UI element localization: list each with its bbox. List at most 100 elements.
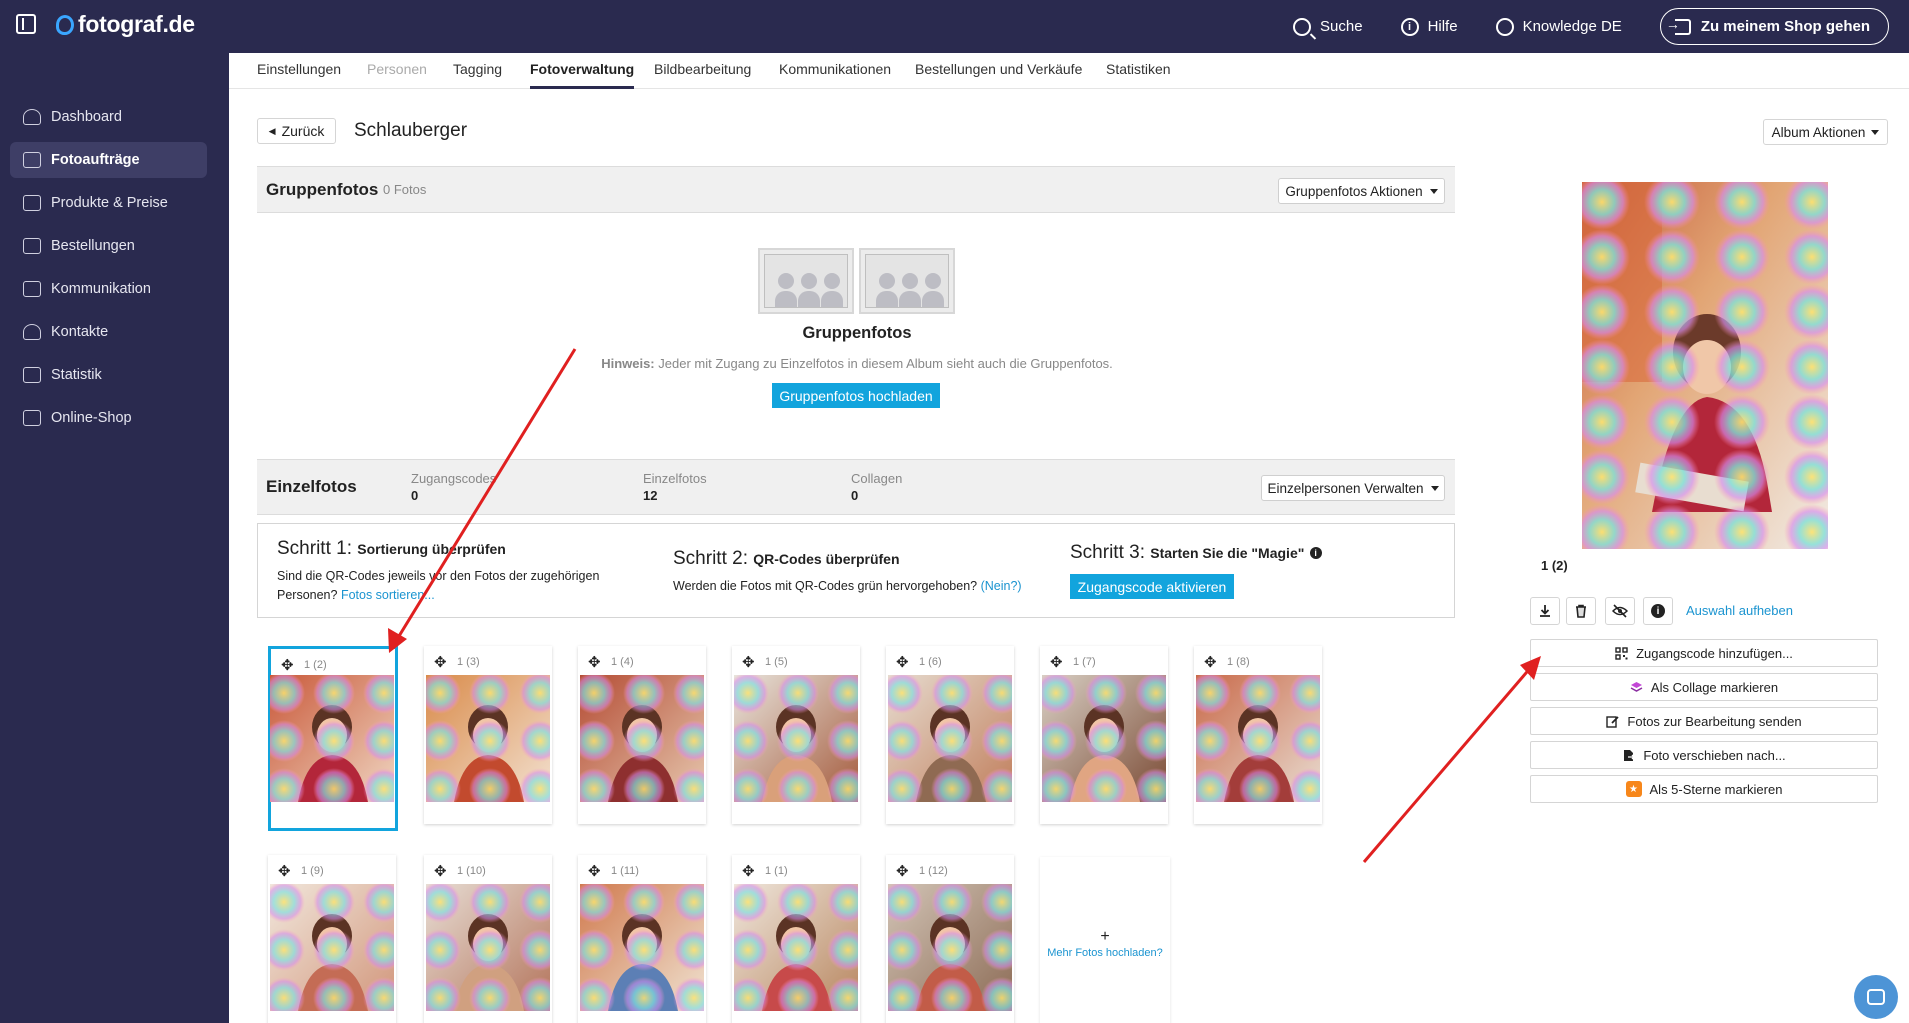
activate-access-code-button[interactable]: Zugangscode aktivieren — [1070, 574, 1234, 599]
mark-five-stars-button[interactable]: ★ Als 5-Sterne markieren — [1530, 775, 1878, 803]
eye-slash-icon — [1612, 604, 1628, 618]
photo-thumbnail — [426, 675, 550, 802]
sidebar-item-label: Produkte & Preise — [51, 195, 168, 211]
photo-card[interactable]: ✥ 1 (10) — [424, 855, 552, 1023]
photo-thumbnail — [734, 675, 858, 802]
brand-logo[interactable]: fotograf.de — [56, 11, 195, 38]
sort-photos-link[interactable]: Fotos sortieren... — [341, 588, 435, 602]
back-caret-icon: ◀ — [268, 125, 276, 136]
manage-persons-dropdown[interactable]: Einzelpersonen Verwalten — [1261, 475, 1445, 501]
drag-handle-icon[interactable]: ✥ — [742, 864, 755, 879]
drag-handle-icon[interactable]: ✥ — [588, 655, 601, 670]
photo-card[interactable]: ✥ 1 (2) — [268, 646, 398, 831]
preview-label: 1 (2) — [1541, 558, 1568, 573]
photo-card[interactable]: ✥ 1 (11) — [578, 855, 706, 1023]
drag-handle-icon[interactable]: ✥ — [1050, 655, 1063, 670]
move-photo-button[interactable]: Foto verschieben nach... — [1530, 741, 1878, 769]
action-label: Foto verschieben nach... — [1643, 747, 1786, 763]
stat-value: 0 — [411, 488, 419, 503]
stat-value: 0 — [851, 488, 859, 503]
upload-group-photos-button[interactable]: Gruppenfotos hochladen — [772, 383, 940, 408]
step-2-text: Werden die Fotos mit QR-Codes grün hervo… — [673, 577, 1053, 596]
back-button[interactable]: ◀ Zurück — [257, 118, 336, 144]
album-actions-label: Album Aktionen — [1771, 124, 1866, 140]
deselect-link[interactable]: Auswahl aufheben — [1686, 603, 1793, 618]
photo-card[interactable]: ✥ 1 (6) — [886, 646, 1014, 824]
sidebar-item-dashboard[interactable]: Dashboard — [10, 99, 207, 135]
sidebar-item-kommunikation[interactable]: Kommunikation — [10, 271, 207, 307]
person-icon — [23, 324, 41, 340]
tab-personen[interactable]: Personen — [367, 53, 427, 89]
photo-card[interactable]: ✥ 1 (5) — [732, 646, 860, 824]
chat-launcher-button[interactable] — [1854, 975, 1898, 1019]
drag-handle-icon[interactable]: ✥ — [896, 655, 909, 670]
sidebar-item-kontakte[interactable]: Kontakte — [10, 314, 207, 350]
sidebar-item-label: Statistik — [51, 367, 102, 383]
photo-card[interactable]: ✥ 1 (12) — [886, 855, 1014, 1023]
tab-einstellungen[interactable]: Einstellungen — [257, 53, 341, 89]
send-for-editing-button[interactable]: Fotos zur Bearbeitung senden — [1530, 707, 1878, 735]
photo-card[interactable]: ✥ 1 (4) — [578, 646, 706, 824]
drag-handle-icon[interactable]: ✥ — [1204, 655, 1217, 670]
hint-text: Jeder mit Zugang zu Einzelfotos in diese… — [654, 356, 1113, 371]
move-file-icon — [1624, 749, 1636, 761]
info-icon: i — [1651, 604, 1665, 618]
search-icon — [1293, 17, 1312, 36]
drag-handle-icon[interactable]: ✥ — [742, 655, 755, 670]
search-button[interactable]: Suche — [1293, 17, 1363, 36]
sidebar-toggle-icon[interactable] — [16, 14, 36, 34]
tab-tagging[interactable]: Tagging — [453, 53, 502, 89]
sidebar-item-statistik[interactable]: Statistik — [10, 357, 207, 393]
action-label: Als 5-Sterne markieren — [1649, 781, 1783, 797]
tab-fotoverwaltung[interactable]: Fotoverwaltung — [530, 53, 635, 89]
photo-label: 1 (8) — [1227, 656, 1250, 668]
group-empty-title: Gruppenfotos — [802, 324, 912, 342]
drag-handle-icon[interactable]: ✥ — [896, 864, 909, 879]
photo-label: 1 (3) — [457, 656, 480, 668]
tab-statistiken[interactable]: Statistiken — [1106, 53, 1171, 89]
tab-bestellungen-verkaeufe[interactable]: Bestellungen und Verkäufe — [915, 53, 1082, 89]
add-access-code-button[interactable]: Zugangscode hinzufügen... — [1530, 639, 1878, 667]
sidebar-item-produkte[interactable]: Produkte & Preise — [10, 185, 207, 221]
album-actions-dropdown[interactable]: Album Aktionen — [1763, 119, 1888, 145]
brand-name: fotograf.de — [78, 11, 195, 37]
photo-card[interactable]: ✥ 1 (9) — [268, 855, 396, 1023]
drag-handle-icon[interactable]: ✥ — [434, 864, 447, 879]
sidebar-item-bestellungen[interactable]: Bestellungen — [10, 228, 207, 264]
caret-down-icon — [1430, 485, 1439, 491]
photo-thumbnail — [270, 884, 394, 1011]
delete-button[interactable] — [1566, 597, 1596, 625]
basket-icon — [23, 238, 41, 254]
preview-image — [1582, 182, 1828, 549]
drag-handle-icon[interactable]: ✥ — [588, 864, 601, 879]
qr-no-link[interactable]: (Nein?) — [981, 579, 1022, 593]
photo-card[interactable]: ✥ 1 (8) — [1194, 646, 1322, 824]
top-bar: fotograf.de Suche i Hilfe Knowledge DE Z… — [0, 0, 1909, 53]
photo-card[interactable]: ✥ 1 (7) — [1040, 646, 1168, 824]
drag-handle-icon[interactable]: ✥ — [434, 655, 447, 670]
single-photos-title: Einzelfotos — [266, 477, 357, 496]
drag-handle-icon[interactable]: ✥ — [281, 658, 294, 673]
info-button[interactable]: i — [1643, 597, 1673, 625]
tab-kommunikationen[interactable]: Kommunikationen — [779, 53, 891, 89]
photo-card[interactable]: ✥ 1 (1) — [732, 855, 860, 1023]
drag-handle-icon[interactable]: ✥ — [278, 864, 291, 879]
go-to-shop-button[interactable]: Zu meinem Shop gehen — [1659, 8, 1889, 45]
back-label: Zurück — [281, 123, 325, 139]
annotation-arrow — [1362, 665, 1534, 863]
group-photos-actions-dropdown[interactable]: Gruppenfotos Aktionen — [1278, 178, 1445, 204]
action-label: Fotos zur Bearbeitung senden — [1627, 713, 1802, 729]
upload-more-photos-card[interactable]: + Mehr Fotos hochladen? — [1040, 857, 1170, 1023]
download-button[interactable] — [1530, 597, 1560, 625]
mark-collage-button[interactable]: Als Collage markieren — [1530, 673, 1878, 701]
sidebar-item-fotoauftraege[interactable]: Fotoaufträge — [10, 142, 207, 178]
shop-label: Zu meinem Shop gehen — [1700, 18, 1870, 35]
step-3-heading: Schritt 3: Starten Sie die "Magie" i — [1070, 542, 1322, 564]
account-button[interactable]: Knowledge DE — [1495, 17, 1622, 36]
info-icon[interactable]: i — [1309, 546, 1322, 559]
photo-card[interactable]: ✥ 1 (3) — [424, 646, 552, 824]
sidebar-item-online-shop[interactable]: Online-Shop — [10, 400, 207, 436]
tab-bildbearbeitung[interactable]: Bildbearbeitung — [654, 53, 751, 89]
hide-button[interactable] — [1605, 597, 1635, 625]
help-button[interactable]: i Hilfe — [1400, 17, 1458, 36]
